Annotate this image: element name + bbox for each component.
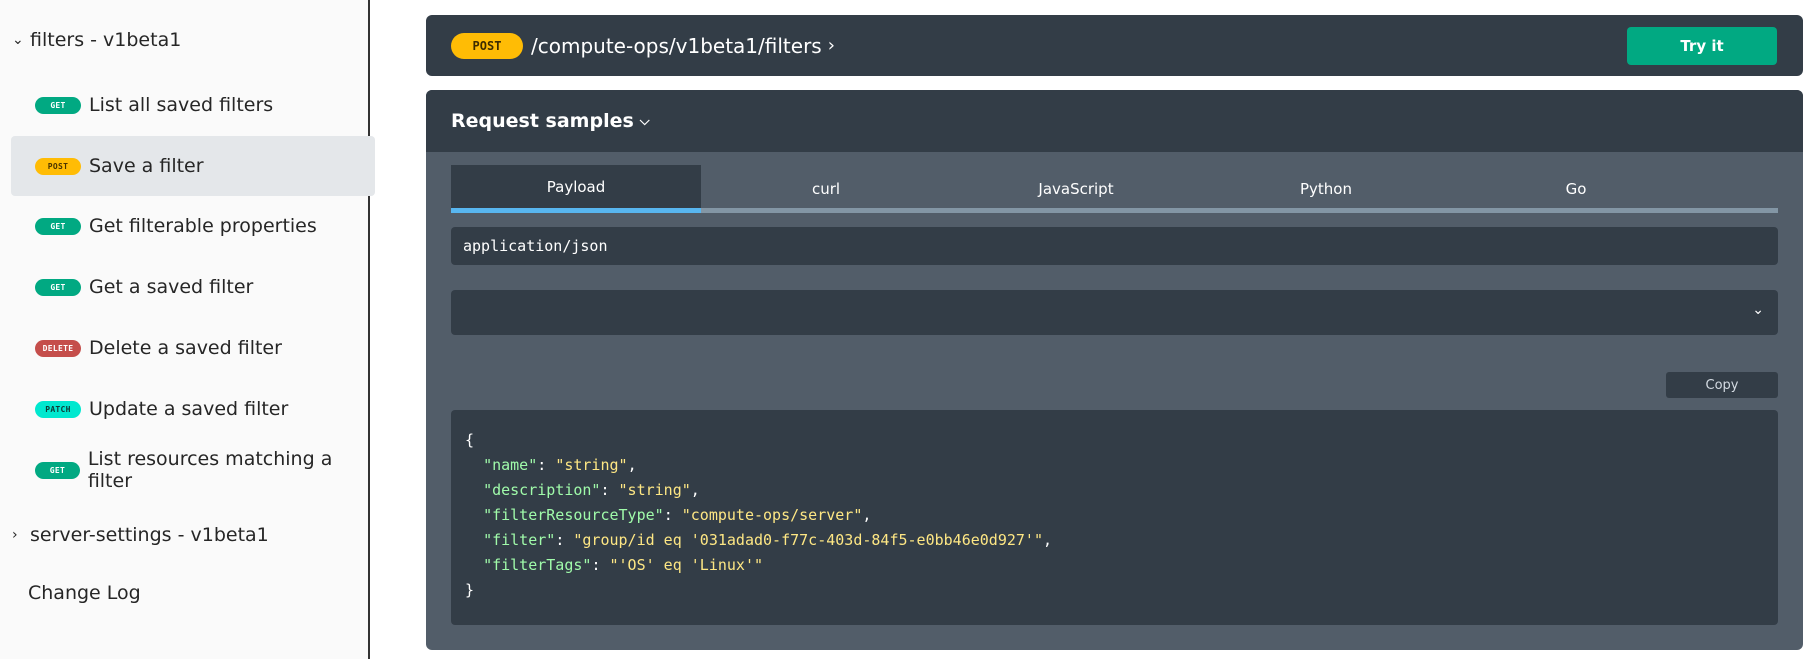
sidebar-item-label: Get filterable properties — [89, 215, 317, 237]
sidebar-group-filters[interactable]: ⌄ filters - v1beta1 — [0, 20, 370, 60]
method-badge-post: POST — [451, 32, 523, 59]
sidebar: ⌄ filters - v1beta1 GET List all saved f… — [0, 0, 375, 659]
json-key: "filterTags" — [483, 556, 592, 574]
json-key: "name" — [483, 456, 538, 474]
method-badge-get: GET — [35, 461, 80, 479]
sidebar-item-label: List resources matching a filter — [87, 448, 333, 492]
sidebar-group-server-settings[interactable]: › server-settings - v1beta1 — [0, 515, 370, 555]
method-badge-delete: DELETE — [35, 339, 81, 357]
sidebar-item-label: Save a filter — [89, 155, 204, 177]
sidebar-item-change-log[interactable]: Change Log — [28, 582, 141, 604]
sidebar-item-get-a-saved-filter[interactable]: GET Get a saved filter — [11, 257, 375, 317]
endpoint-path[interactable]: /compute-ops/v1beta1/filters › — [531, 34, 835, 58]
sidebar-group-label: filters - v1beta1 — [30, 29, 182, 51]
code-line: "name": "string", — [483, 456, 637, 474]
sidebar-group-label: server-settings - v1beta1 — [30, 524, 269, 546]
tab-payload[interactable]: Payload — [451, 165, 701, 213]
method-badge-get: GET — [35, 278, 81, 296]
chevron-down-icon: ⌵ — [639, 113, 650, 129]
request-samples-title: Request samples — [451, 110, 634, 132]
request-samples-panel: Request samples ⌵ Payload curl JavaScrip… — [426, 90, 1803, 650]
code-line: "filterResourceType": "compute-ops/serve… — [483, 506, 872, 524]
example-select[interactable]: ⌄ — [451, 290, 1778, 335]
json-value: "string" — [555, 456, 628, 474]
sidebar-item-label: List all saved filters — [89, 94, 274, 116]
method-badge-get: GET — [35, 217, 81, 235]
language-tabs: Payload curl JavaScript Python Go — [451, 165, 1778, 213]
code-line: } — [465, 581, 475, 599]
tab-curl[interactable]: curl — [701, 165, 951, 213]
json-key: "description" — [483, 481, 601, 499]
method-badge-get: GET — [35, 96, 81, 114]
json-value: "string" — [618, 481, 691, 499]
endpoint-path-text: /compute-ops/v1beta1/filters — [531, 33, 822, 58]
method-badge-patch: PATCH — [35, 400, 81, 418]
code-sample: { "name": "string", "description": "stri… — [451, 410, 1778, 625]
copy-button[interactable]: Copy — [1666, 372, 1778, 398]
sidebar-item-label: Update a saved filter — [89, 398, 289, 420]
sidebar-item-save-a-filter[interactable]: POST Save a filter — [11, 136, 375, 196]
sidebar-item-get-filterable-properties[interactable]: GET Get filterable properties — [11, 196, 375, 256]
tab-python[interactable]: Python — [1201, 165, 1451, 213]
sidebar-item-label: Get a saved filter — [89, 276, 254, 298]
app-root: ⌄ filters - v1beta1 GET List all saved f… — [0, 0, 1818, 659]
sidebar-item-list-resources-matching-a-filter[interactable]: GET List resources matching a filter — [11, 440, 375, 500]
tab-javascript[interactable]: JavaScript — [951, 165, 1201, 213]
endpoint-bar: POST /compute-ops/v1beta1/filters › Try … — [426, 15, 1803, 76]
chevron-down-icon: ⌄ — [12, 32, 24, 48]
content-type-label: application/json — [451, 227, 1778, 265]
json-value: "'OS' eq 'Linux'" — [609, 556, 764, 574]
sidebar-item-update-a-saved-filter[interactable]: PATCH Update a saved filter — [11, 379, 375, 439]
chevron-right-icon: › — [12, 527, 18, 543]
json-value: "compute-ops/server" — [681, 506, 863, 524]
code-line: { — [465, 431, 475, 449]
request-samples-header[interactable]: Request samples ⌵ — [426, 90, 1803, 152]
chevron-down-icon: ⌄ — [1752, 302, 1764, 318]
sidebar-item-delete-a-saved-filter[interactable]: DELETE Delete a saved filter — [11, 318, 375, 378]
json-key: "filter" — [483, 531, 556, 549]
chevron-right-icon: › — [827, 35, 835, 56]
code-line: "filter": "group/id eq '031adad0-f77c-40… — [483, 531, 1053, 549]
tab-go[interactable]: Go — [1451, 165, 1701, 213]
method-badge-post: POST — [35, 157, 81, 175]
code-line: "description": "string", — [483, 481, 700, 499]
try-it-button[interactable]: Try it — [1627, 27, 1777, 65]
sidebar-item-list-all-saved-filters[interactable]: GET List all saved filters — [11, 75, 375, 135]
code-line: "filterTags": "'OS' eq 'Linux'" — [483, 556, 764, 574]
sidebar-item-label: Delete a saved filter — [89, 337, 282, 359]
json-value: "group/id eq '031adad0-f77c-403d-84f5-e0… — [573, 531, 1043, 549]
json-key: "filterResourceType" — [483, 506, 664, 524]
